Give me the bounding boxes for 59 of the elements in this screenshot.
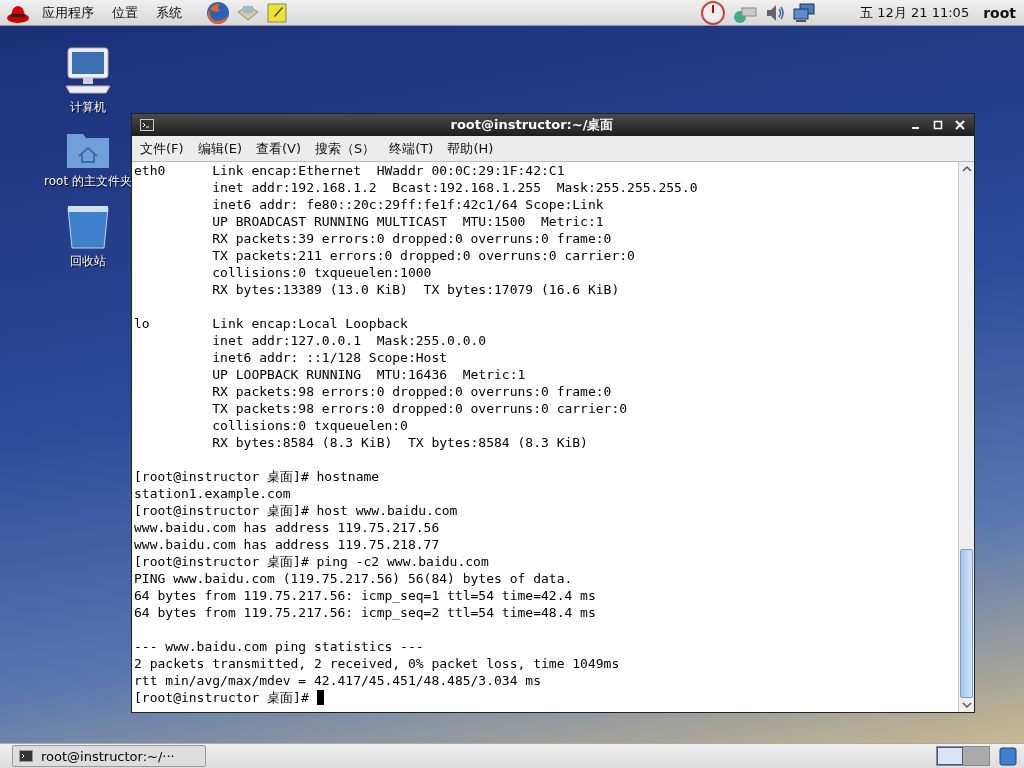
gauge-icon[interactable] <box>700 0 727 25</box>
terminal-line: TX packets:211 errors:0 dropped:0 overruns:0 carrier:0 <box>211 247 636 264</box>
terminal-icon <box>140 119 154 131</box>
terminal-line: [root@instructor 桌面]# ping -c2 www.baidu.com <box>134 553 490 570</box>
terminal-line: PING www.baidu.com (119.75.217.56) 56(84) bytes of data. <box>134 570 574 587</box>
terminal-line: www.baidu.com has address 119.75.217.56 <box>134 519 441 536</box>
menu-item[interactable]: 编辑(E) <box>197 139 242 158</box>
taskbar-window-button[interactable]: root@instructor:~/··· <box>12 745 206 767</box>
terminal-line: UP LOOPBACK RUNNING MTU:16436 Metric:1 <box>211 366 527 383</box>
terminal-icon <box>19 750 33 762</box>
computer-icon[interactable] <box>63 46 113 96</box>
terminal-line: [root@instructor 桌面]# host www.baidu.com <box>134 502 459 519</box>
terminal-line: RX packets:39 errors:0 dropped:0 overruns:0 frame:0 <box>211 230 613 247</box>
window-title: root@instructor:~/桌面 <box>449 116 615 134</box>
terminal-line: www.baidu.com has address 119.75.218.77 <box>134 536 441 553</box>
terminal-line: 64 bytes from 119.75.217.56: icmp_seq=1 ttl=54 time=42.4 ms <box>134 587 597 604</box>
menu-item[interactable]: 查看(V) <box>256 139 302 158</box>
terminal-line: collisions:0 txqueuelen:0 <box>211 417 409 434</box>
shell-prompt: [root@instructor 桌面]# <box>134 689 309 706</box>
desktop-icon-label[interactable]: 计算机 <box>70 99 106 116</box>
panel-menu[interactable]: 系统 <box>150 3 188 22</box>
browser-icon[interactable] <box>206 0 230 25</box>
user-name[interactable]: root <box>983 4 1018 21</box>
menu-item[interactable]: 搜索（S） <box>315 139 376 158</box>
workspace-switcher[interactable] <box>937 747 963 765</box>
desktop-icon-label[interactable]: 回收站 <box>70 253 106 270</box>
terminal-line: [root@instructor 桌面]# hostname <box>134 468 381 485</box>
workspace-switcher[interactable] <box>963 747 989 765</box>
terminal-line: inet6 addr: fe80::20c:29ff:fe1f:42c1/64 Scope:Link <box>211 196 605 213</box>
close-icon[interactable] <box>954 119 966 131</box>
terminal-line: UP BROADCAST RUNNING MULTICAST MTU:1500 Metric:1 <box>211 213 605 230</box>
terminal-line: inet6 addr: ::1/128 Scope:Host <box>211 349 449 366</box>
terminal-line: RX packets:98 errors:0 dropped:0 overruns:0 frame:0 <box>211 383 613 400</box>
notepad-icon[interactable] <box>266 1 288 24</box>
terminal-line: eth0 Link encap:Ethernet HWaddr 00:0C:29:1F:42:C1 <box>134 162 566 179</box>
panel-menu[interactable]: 位置 <box>106 3 144 22</box>
terminal-line: RX bytes:13389 (13.0 KiB) TX bytes:17079 (16.6 KiB) <box>211 281 621 298</box>
scrollbar[interactable] <box>958 162 974 712</box>
terminal-line: collisions:0 txqueuelen:1000 <box>211 264 433 281</box>
panel-menu[interactable]: 应用程序 <box>36 3 100 22</box>
maximize-icon[interactable] <box>932 119 944 131</box>
terminal-line: 64 bytes from 119.75.217.56: icmp_seq=2 ttl=54 time=48.4 ms <box>134 604 597 621</box>
terminal-line: 2 packets transmitted, 2 received, 0% packet loss, time 1049ms <box>134 655 621 672</box>
terminal-line: lo Link encap:Local Loopback <box>134 315 409 332</box>
menu-item[interactable]: 文件(F) <box>140 139 184 158</box>
terminal-line: RX bytes:8584 (8.3 KiB) TX bytes:8584 (8.3 KiB) <box>211 434 589 451</box>
scrollbar-thumb[interactable] <box>960 549 973 698</box>
terminal-line: --- www.baidu.com ping statistics --- <box>134 638 425 655</box>
terminal-line: TX packets:98 errors:0 dropped:0 overruns:0 carrier:0 <box>211 400 629 417</box>
menu-item[interactable]: 终端(T) <box>389 139 434 158</box>
terminal-line: inet addr:127.0.0.1 Mask:255.0.0.0 <box>211 332 488 349</box>
text-cursor <box>316 690 324 705</box>
clock[interactable]: 五 12月 21 11:05 <box>852 3 978 22</box>
terminal-line: inet addr:192.168.1.2 Bcast:192.168.1.255 Mask:255.255.255.0 <box>211 179 699 196</box>
monitor-icon[interactable] <box>792 1 817 24</box>
desktop-icon-label[interactable]: root 的主文件夹 <box>44 173 132 190</box>
terminal-line: station1.example.com <box>134 485 292 502</box>
menu-item[interactable]: 帮助(H) <box>447 139 494 158</box>
terminal-line: rtt min/avg/max/mdev = 42.417/45.451/48.485/3.034 ms <box>134 672 542 689</box>
